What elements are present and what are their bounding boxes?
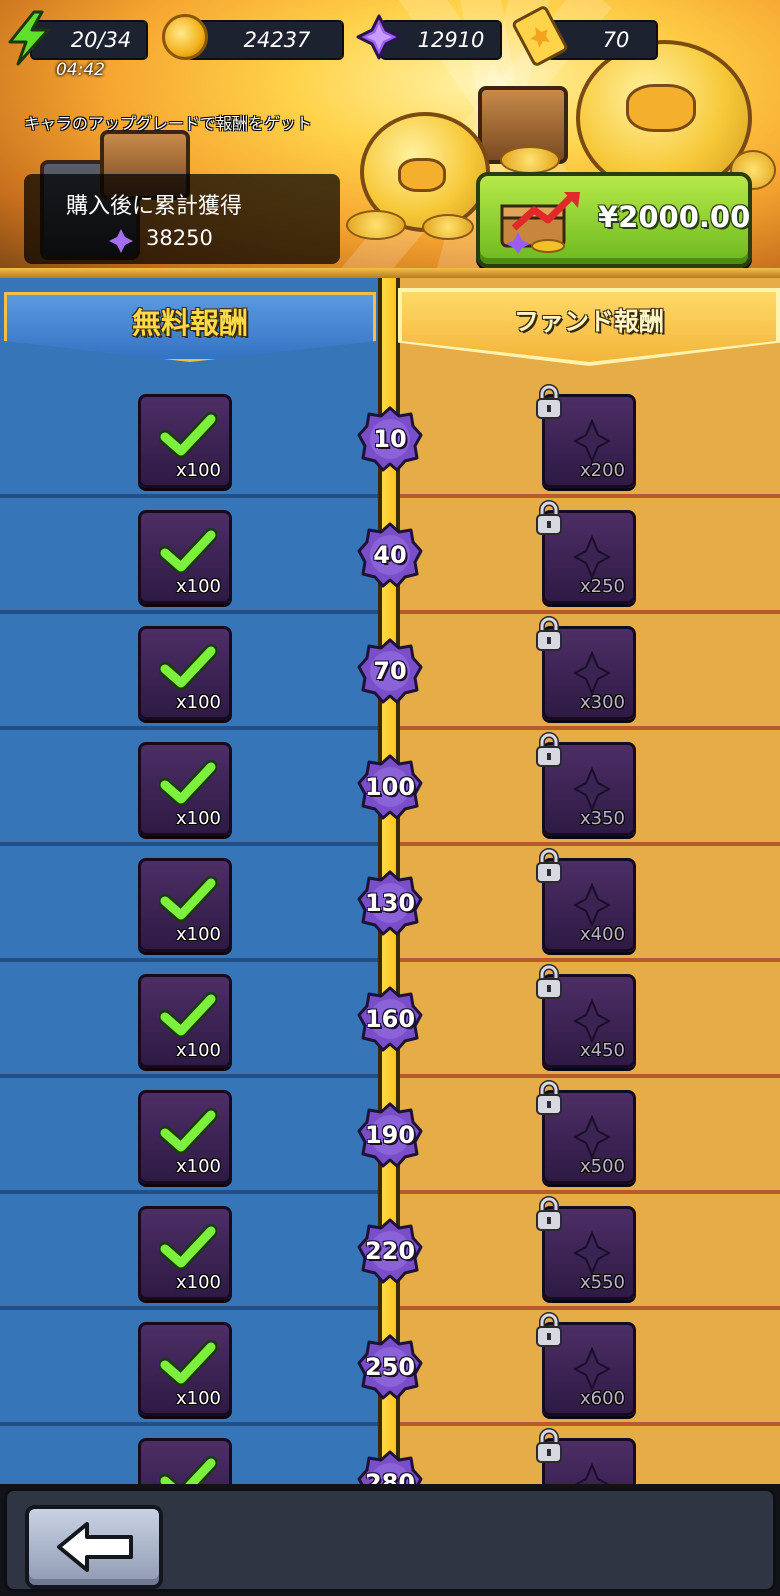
gem-silhouette-icon bbox=[573, 999, 611, 1043]
gem-silhouette-icon bbox=[573, 535, 611, 579]
lock-icon bbox=[536, 1080, 562, 1115]
ticket-value: 70 bbox=[602, 28, 630, 52]
fund-reward-qty: x450 bbox=[579, 1040, 625, 1061]
lock-icon bbox=[536, 1312, 562, 1347]
free-reward-qty: x100 bbox=[175, 1388, 221, 1409]
free-reward-item[interactable]: x100 bbox=[138, 1206, 232, 1300]
checkmark-icon bbox=[159, 760, 217, 806]
fund-reward-qty: x400 bbox=[579, 924, 625, 945]
checkmark-icon bbox=[159, 992, 217, 1038]
reward-track[interactable]: 無料報酬 ファンド報酬 x100 x200 10 x100 x250 40 x100 x300… bbox=[0, 278, 780, 1484]
checkmark-icon bbox=[159, 412, 217, 458]
level-badge-number: 250 bbox=[364, 1353, 416, 1381]
level-badge-number: 70 bbox=[373, 657, 407, 685]
fund-reward-qty: x600 bbox=[579, 1388, 625, 1409]
checkmark-icon bbox=[159, 528, 217, 574]
coin-pile bbox=[422, 214, 474, 240]
gem-icon bbox=[356, 14, 402, 60]
fund-reward-qty: x350 bbox=[579, 808, 625, 829]
lock-icon bbox=[536, 964, 562, 999]
free-reward-item[interactable]: x100 bbox=[138, 742, 232, 836]
ticket-icon bbox=[512, 6, 568, 66]
gem-silhouette-icon bbox=[573, 1347, 611, 1391]
gem-silhouette-icon bbox=[573, 419, 611, 463]
gem-silhouette-icon bbox=[573, 883, 611, 927]
level-badge-number: 40 bbox=[373, 541, 407, 569]
free-reward-qty: x100 bbox=[175, 1272, 221, 1293]
purchase-price: ¥2000.00 bbox=[598, 200, 751, 234]
coin-counter[interactable]: 24237 bbox=[186, 20, 344, 60]
gem-value: 12910 bbox=[417, 28, 485, 52]
gem-silhouette-icon bbox=[573, 1231, 611, 1275]
free-reward-qty: x100 bbox=[175, 1156, 221, 1177]
fund-reward-qty: x200 bbox=[579, 460, 625, 481]
bottom-panel bbox=[4, 1488, 776, 1592]
coin-pile bbox=[346, 210, 406, 240]
level-badge-number: 220 bbox=[364, 1237, 416, 1265]
fund-reward-qty: x550 bbox=[579, 1272, 625, 1293]
checkmark-icon bbox=[159, 876, 217, 922]
lightning-icon bbox=[8, 10, 50, 66]
lock-icon bbox=[536, 616, 562, 651]
coin-value: 24237 bbox=[243, 28, 311, 52]
energy-value: 20/34 bbox=[70, 28, 132, 52]
fund-reward-qty: x500 bbox=[579, 1156, 625, 1177]
free-reward-qty: x100 bbox=[175, 576, 221, 597]
back-button[interactable] bbox=[25, 1505, 163, 1589]
level-badge-number: 10 bbox=[373, 425, 407, 453]
free-reward-item[interactable]: x100 bbox=[138, 510, 232, 604]
lock-icon bbox=[536, 1428, 562, 1463]
fund-reward-qty: x250 bbox=[579, 576, 625, 597]
level-badge-number: 130 bbox=[364, 889, 416, 917]
free-reward-item[interactable]: x100 bbox=[138, 1090, 232, 1184]
level-badge-number: 100 bbox=[364, 773, 416, 801]
free-reward-item[interactable]: x100 bbox=[138, 858, 232, 952]
gem-icon bbox=[109, 229, 133, 253]
free-reward-qty: x100 bbox=[175, 1040, 221, 1061]
bottom-bar bbox=[0, 1484, 780, 1596]
level-badge-number: 190 bbox=[364, 1121, 416, 1149]
gem-silhouette-icon bbox=[573, 1115, 611, 1159]
lock-icon bbox=[536, 500, 562, 535]
free-reward-qty: x100 bbox=[175, 924, 221, 945]
tab-fund-rewards-label: ファンド報酬 bbox=[513, 307, 664, 336]
checkmark-icon bbox=[159, 1456, 217, 1484]
fund-subtitle: キャラのアップグレードで報酬をゲット bbox=[24, 114, 313, 133]
free-reward-qty: x100 bbox=[175, 460, 221, 481]
lock-icon bbox=[536, 732, 562, 767]
coin-pile bbox=[500, 146, 560, 174]
lock-icon bbox=[536, 1196, 562, 1231]
energy-timer: 04:42 bbox=[56, 60, 105, 80]
free-reward-qty: x100 bbox=[175, 692, 221, 713]
gem-silhouette-icon bbox=[574, 1463, 610, 1484]
checkmark-icon bbox=[159, 1340, 217, 1386]
cumulative-value: 38250 bbox=[146, 226, 213, 250]
piggy-snout bbox=[626, 84, 696, 132]
cumulative-label: 購入後に累計獲得 bbox=[66, 194, 243, 219]
free-reward-item[interactable]: x100 bbox=[138, 1322, 232, 1416]
lock-icon bbox=[536, 848, 562, 883]
level-badge-number: 280 bbox=[364, 1469, 416, 1484]
level-badge-number: 160 bbox=[364, 1005, 416, 1033]
purchase-button[interactable]: ¥2000.00 bbox=[476, 172, 752, 268]
cumulative-reward-box: 購入後に累計獲得 38250 bbox=[24, 174, 340, 264]
fund-chest-icon bbox=[500, 192, 580, 254]
free-reward-item[interactable]: x100 bbox=[138, 974, 232, 1068]
tab-free-rewards-label: 無料報酬 bbox=[131, 306, 248, 340]
gem-silhouette-icon bbox=[573, 767, 611, 811]
free-reward-item[interactable]: x100 bbox=[138, 394, 232, 488]
checkmark-icon bbox=[159, 1224, 217, 1270]
checkmark-icon bbox=[159, 1108, 217, 1154]
checkmark-icon bbox=[159, 644, 217, 690]
coin-icon bbox=[162, 14, 208, 60]
lock-icon bbox=[536, 384, 562, 419]
free-reward-qty: x100 bbox=[175, 808, 221, 829]
piggy-snout bbox=[398, 158, 446, 192]
fund-reward-qty: x300 bbox=[579, 692, 625, 713]
fund-header: 20/34 04:42 24237 12910 70 キャラのアップグレードで報… bbox=[0, 0, 780, 278]
gem-silhouette-icon bbox=[573, 651, 611, 695]
free-reward-item[interactable]: x100 bbox=[138, 626, 232, 720]
back-arrow-icon bbox=[57, 1522, 133, 1572]
free-reward-item[interactable] bbox=[138, 1438, 232, 1484]
